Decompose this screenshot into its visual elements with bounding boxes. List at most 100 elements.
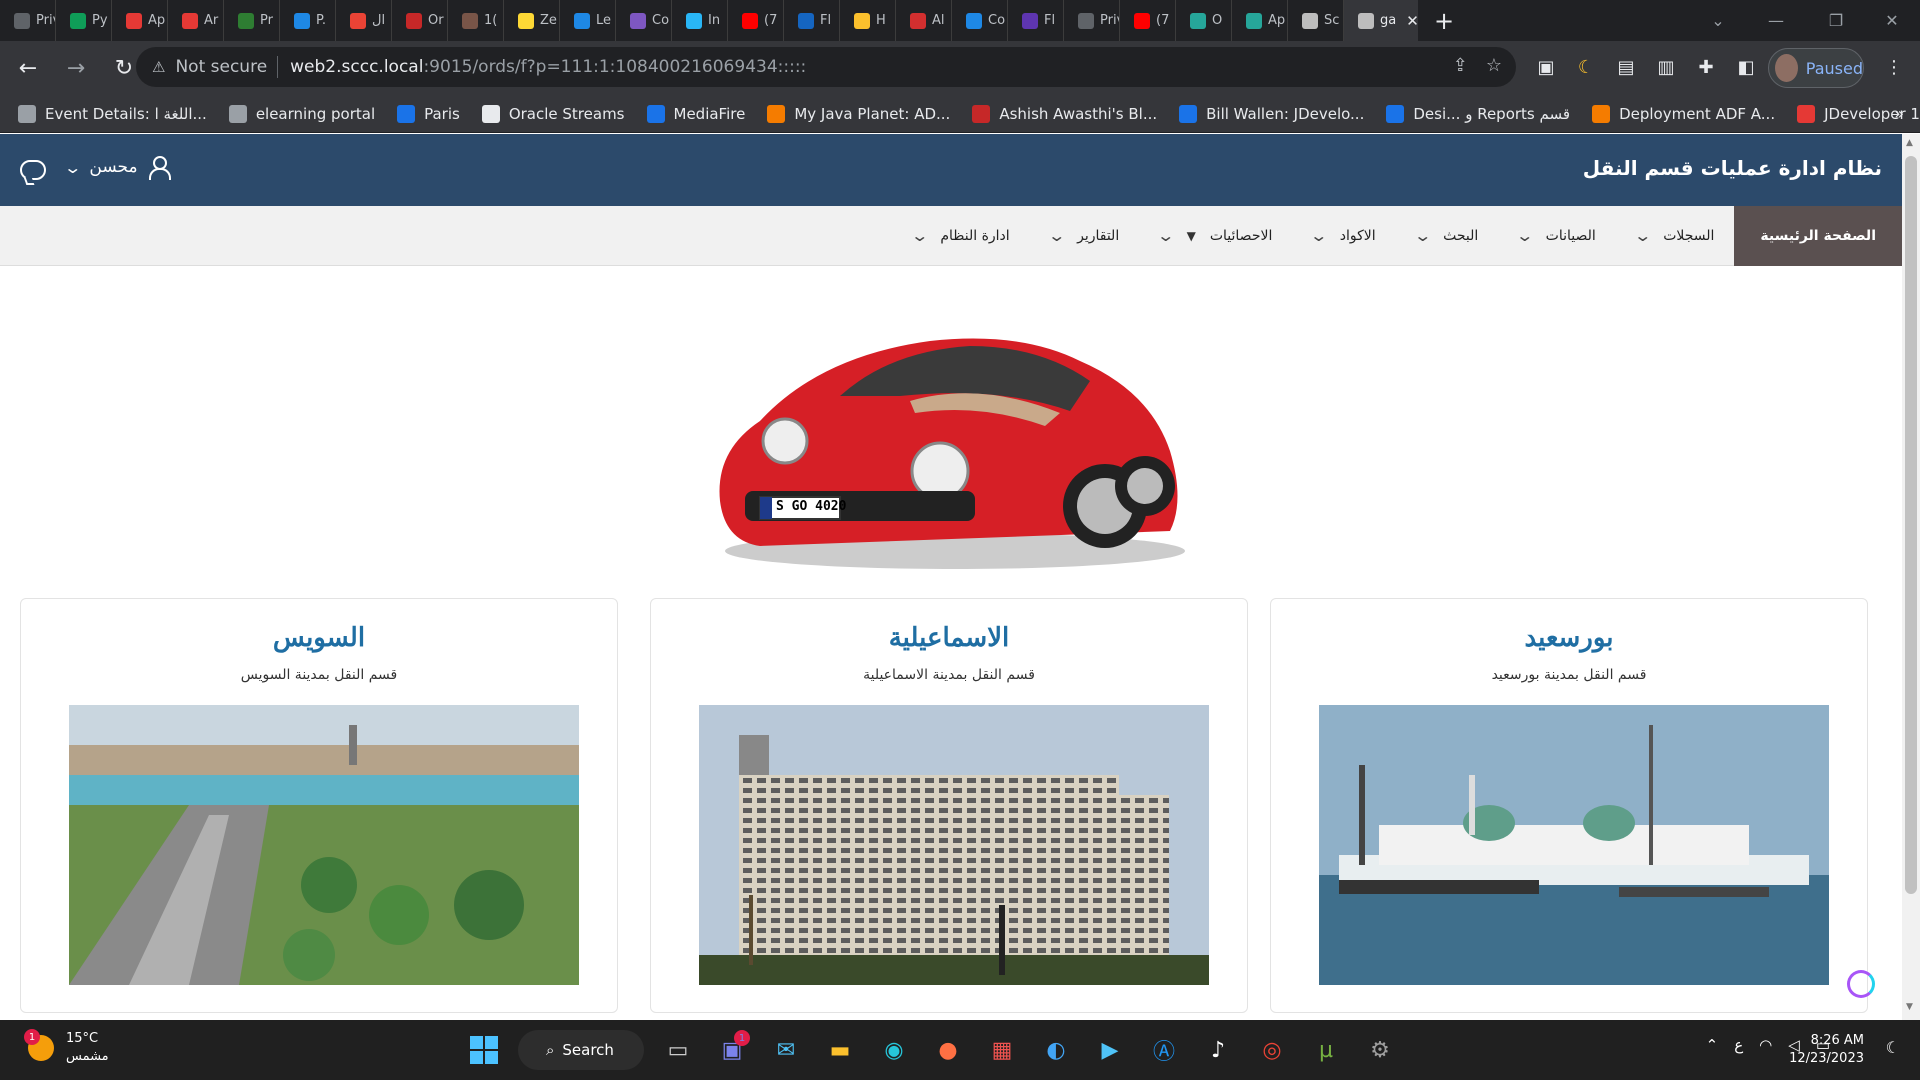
user-menu[interactable]: ⌄ محسن [63,156,171,180]
menu-item[interactable]: التقارير ⌄ [1030,206,1140,266]
browser-tab[interactable]: (7 [728,0,784,41]
chrome-icon[interactable]: ◎ [1252,1030,1292,1070]
browser-tab[interactable]: Privacy [0,0,56,41]
extensions-puzzle-icon[interactable]: ✚ [1692,53,1720,81]
scroll-up-icon[interactable]: ▲ [1906,138,1913,148]
forward-button[interactable]: → [56,49,96,89]
assistant-icon[interactable] [1847,970,1875,998]
browser-tab[interactable]: Privacy [1064,0,1120,41]
browser-tab[interactable]: H [840,0,896,41]
browser-tab[interactable]: In [672,0,728,41]
chevron-up-icon[interactable]: ⌃ [1706,1036,1719,1054]
app-store-icon[interactable]: Ⓐ [1144,1030,1184,1070]
browser-tab[interactable]: Ap [1232,0,1288,41]
clock[interactable]: 8:26 AM 12/23/2023 [1789,1032,1864,1068]
menu-kebab-icon[interactable]: ⋮ [1880,53,1908,81]
store-icon[interactable]: ▦ [982,1030,1022,1070]
firefox-icon[interactable]: ● [928,1030,968,1070]
scrollbar-thumb[interactable] [1905,156,1917,894]
browser-tab[interactable]: Sc [1288,0,1344,41]
browser-tab[interactable]: Fl [784,0,840,41]
bookmark-item[interactable]: My Java Planet: AD... [767,105,950,123]
browser-tab[interactable]: P. [280,0,336,41]
bookmark-item[interactable]: Paris [397,105,460,123]
start-button[interactable] [464,1030,504,1070]
extension-icon[interactable]: ▤ [1612,53,1640,81]
bookmark-item[interactable]: Desi... و Reports قسم [1386,105,1570,123]
input-language[interactable]: ع [1734,1036,1743,1054]
speedtest-icon[interactable]: ◐ [1036,1030,1076,1070]
share-icon[interactable]: ⇪ [1453,55,1468,76]
menu-item[interactable]: الصيانات ⌄ [1498,206,1616,266]
city-card[interactable]: السويس قسم النقل بمدينة السويس [20,598,618,1013]
browser-tab[interactable]: 1( [448,0,504,41]
bookmark-item[interactable]: Oracle Streams [481,105,625,123]
address-bar[interactable]: ⚠ Not secure web2.sccc.local :9015/ords/… [136,47,1516,87]
city-card[interactable]: بورسعيد قسم النقل بمدينة بورسعيد [1270,598,1868,1013]
restore-button[interactable]: ❐ [1806,0,1866,41]
menu-item[interactable]: الاحصائيات ▼ ⌄ [1139,206,1292,266]
menu-item[interactable]: الاكواد ⌄ [1292,206,1395,266]
menu-item[interactable]: ادارة النظام ⌄ [893,206,1030,266]
city-card[interactable]: الاسماعيلية قسم النقل بمدينة الاسماعيلية [650,598,1248,1013]
bookmark-item[interactable]: Bill Wallen: JDevelo... [1179,105,1364,123]
bookmarks-overflow-button[interactable]: » [1894,104,1904,123]
card-title[interactable]: الاسماعيلية [651,623,1247,653]
profile-button[interactable]: Paused [1768,48,1864,88]
browser-tab[interactable]: Ze [504,0,560,41]
menu-item[interactable]: البحث ⌄ [1396,206,1499,266]
tab-search-icon[interactable]: ⌄ [1688,0,1748,41]
wifi-icon[interactable]: ◠ [1759,1036,1772,1054]
menu-item[interactable]: السجلات ⌄ [1616,206,1735,266]
minimize-button[interactable]: — [1746,0,1806,41]
browser-tab[interactable]: Fl [1008,0,1064,41]
browser-tab[interactable]: Al [896,0,952,41]
close-window-button[interactable]: ✕ [1862,0,1920,41]
weather-widget[interactable]: 1 15°C مشمس [24,1029,109,1066]
side-panel-icon[interactable]: ◧ [1732,53,1760,81]
extension-icon[interactable]: ▥ [1652,53,1680,81]
taskbar-search[interactable]: ⌕ Search [518,1030,644,1070]
warning-icon[interactable]: ⚠ [152,58,165,76]
new-tab-button[interactable]: + [1434,7,1454,35]
powershell-icon[interactable]: ▶ [1090,1030,1130,1070]
url-path[interactable]: :9015/ords/f?p=111:1:108400216069434::::… [423,57,806,77]
url-host[interactable]: web2.sccc.local [290,57,423,77]
close-tab-icon[interactable]: ✕ [1406,12,1418,30]
scroll-down-icon[interactable]: ▼ [1906,1002,1913,1012]
dark-mode-extension-icon[interactable]: ☾ [1572,53,1600,81]
bookmark-item[interactable]: Deployment ADF A... [1592,105,1775,123]
card-title[interactable]: السويس [21,623,617,653]
browser-tab[interactable]: Or [392,0,448,41]
bookmark-star-icon[interactable]: ☆ [1486,55,1502,76]
extension-icon[interactable]: ▣ [1532,53,1560,81]
browser-tab[interactable]: Py [56,0,112,41]
browser-tab[interactable]: Pr [224,0,280,41]
bookmark-item[interactable]: MediaFire [646,105,745,123]
browser-tab[interactable]: Ar [168,0,224,41]
bookmark-item[interactable]: elearning portal [228,105,375,123]
mail-icon[interactable]: ✉ [766,1030,806,1070]
settings-gear-icon[interactable]: ⚙ [1360,1030,1400,1070]
page-scrollbar[interactable]: ▲ ▼ [1902,134,1920,1020]
browser-tab[interactable]: Co [616,0,672,41]
bookmark-item[interactable]: Event Details: اللغة ا... [18,105,207,123]
teams-chat-icon[interactable]: ▣ 1 [712,1030,752,1070]
bookmark-item[interactable]: Ashish Awasthi's Bl... [972,105,1157,123]
app-title[interactable]: نظام ادارة عمليات قسم النقل [1583,156,1882,180]
utorrent-icon[interactable]: µ [1306,1030,1346,1070]
task-view-icon[interactable]: ▭ [658,1030,698,1070]
browser-tab[interactable]: O [1176,0,1232,41]
browser-tab[interactable]: (7 [1120,0,1176,41]
card-title[interactable]: بورسعيد [1271,623,1867,653]
tiktok-icon[interactable]: ♪ [1198,1030,1238,1070]
browser-tab[interactable]: Ap [112,0,168,41]
edge-icon[interactable]: ◉ [874,1030,914,1070]
security-status[interactable]: Not secure [175,57,267,77]
browser-tab[interactable]: ال [336,0,392,41]
notifications-icon[interactable]: ☾ [1886,1038,1900,1057]
back-button[interactable]: ← [8,49,48,89]
browser-tab[interactable]: Co [952,0,1008,41]
file-explorer-icon[interactable]: ▬ [820,1030,860,1070]
browser-tab[interactable]: Le [560,0,616,41]
